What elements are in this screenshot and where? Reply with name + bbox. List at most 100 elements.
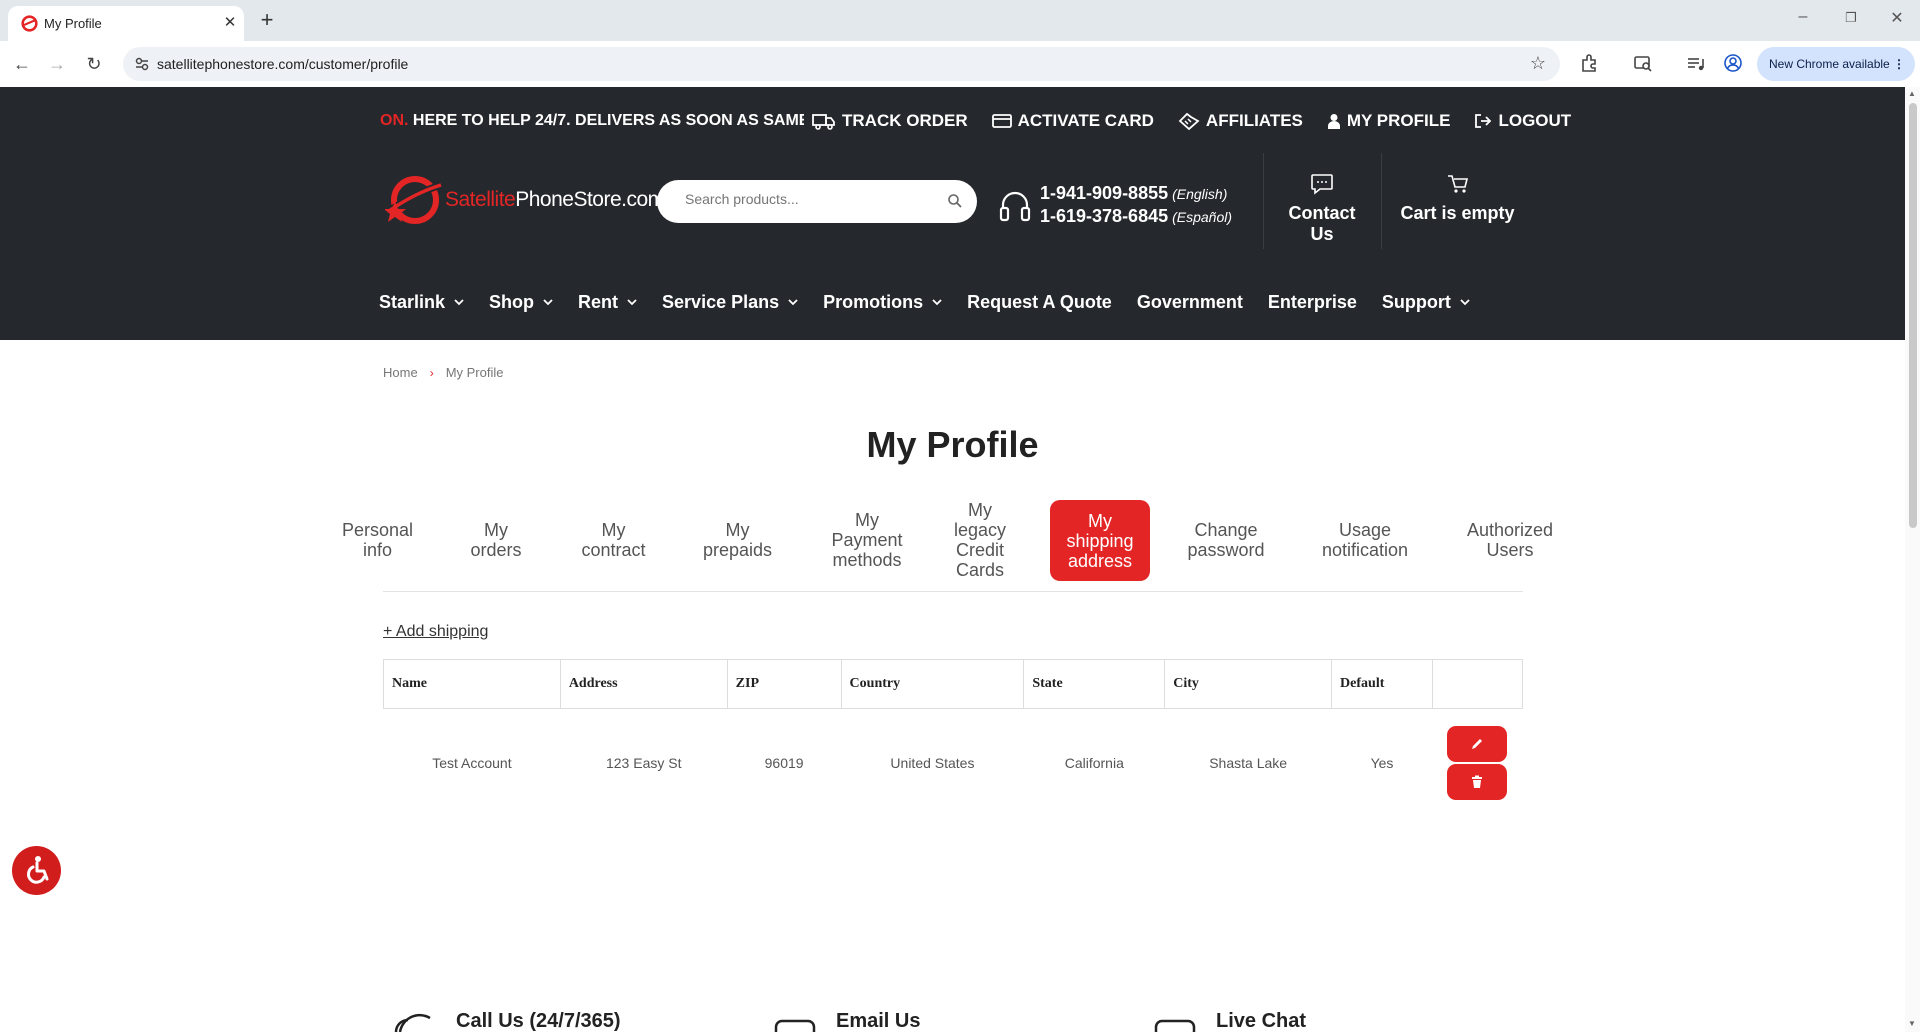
chrome-menu-icon[interactable]: ⋮: [1893, 47, 1905, 81]
minimize-button[interactable]: –: [1788, 8, 1818, 26]
cart-icon: [1447, 175, 1468, 193]
add-shipping-link[interactable]: + Add shipping: [383, 623, 488, 641]
tab-my-payment-methods[interactable]: My Payment methods: [817, 510, 917, 570]
scroll-up-icon[interactable]: ▲: [1908, 89, 1916, 98]
nav-promotions[interactable]: Promotions: [823, 289, 942, 315]
nav-label: Promotions: [823, 291, 924, 312]
back-icon[interactable]: ←: [10, 53, 34, 75]
scroll-down-icon[interactable]: ▼: [1908, 1019, 1916, 1028]
tab-usage-notification[interactable]: Usage notification: [1310, 520, 1420, 560]
pencil-icon: [1472, 738, 1483, 749]
affiliates-link[interactable]: AFFILIATES: [1178, 110, 1303, 132]
edit-address-button[interactable]: [1447, 725, 1508, 762]
nav-shop[interactable]: Shop: [489, 289, 553, 315]
footer-email-us[interactable]: Email Us: [774, 1010, 920, 1032]
breadcrumb: Home › My Profile: [383, 365, 503, 380]
address-bar[interactable]: satellitephonestore.com/customer/profile…: [123, 47, 1560, 81]
footer-live-chat-title: Live Chat: [1216, 1010, 1307, 1032]
scrollbar-thumb[interactable]: [1909, 103, 1917, 528]
nav-support[interactable]: Support: [1382, 289, 1470, 315]
bookmark-star-icon[interactable]: ☆: [1530, 53, 1546, 74]
chevron-down-icon: [788, 298, 798, 305]
extensions-icon[interactable]: [1579, 52, 1601, 74]
restore-button[interactable]: ❐: [1836, 10, 1866, 26]
nav-rent[interactable]: Rent: [578, 289, 637, 315]
email-icon: [774, 1019, 816, 1032]
tab-my-shipping-address[interactable]: My shipping address: [1050, 500, 1150, 581]
cell-default: Yes: [1370, 754, 1394, 771]
browser-toolbar: ← → ↻ satellitephonestore.com/customer/p…: [0, 41, 1920, 87]
tab-authorized-users[interactable]: Authorized Users: [1455, 520, 1565, 560]
tab-label-line: password: [1187, 540, 1265, 560]
footer-live-chat[interactable]: Live Chat: [1154, 1010, 1306, 1032]
page-scrollbar[interactable]: ▲ ▼: [1905, 87, 1920, 1032]
column-header-country: Country: [840, 659, 1025, 709]
breadcrumb-current: My Profile: [445, 365, 504, 380]
chevron-down-icon: [543, 298, 553, 305]
chrome-update-button[interactable]: New Chrome available ⋮: [1757, 47, 1915, 81]
site-logo[interactable]: SatellitePhoneStore.com: [385, 173, 665, 228]
phone-spanish[interactable]: 1-619-378-6845 (Español): [1040, 206, 1232, 227]
cart-link[interactable]: Cart is empty: [1395, 173, 1520, 224]
close-window-button[interactable]: ✕: [1882, 8, 1912, 28]
tab-search-icon[interactable]: [1632, 52, 1654, 74]
column-header-default: Default: [1331, 659, 1433, 709]
my-profile-link[interactable]: MY PROFILE: [1327, 110, 1451, 132]
tab-my-orders[interactable]: My orders: [456, 520, 536, 560]
nav-government[interactable]: Government: [1137, 289, 1243, 315]
url-text: satellitephonestore.com/customer/profile: [157, 56, 409, 72]
search-input[interactable]: [685, 191, 935, 207]
reload-icon[interactable]: ↻: [82, 53, 106, 75]
accessibility-button[interactable]: [12, 846, 61, 895]
tab-my-legacy-credit-cards[interactable]: My legacy Credit Cards: [942, 500, 1018, 580]
tab-label-line: address: [1067, 551, 1133, 571]
track-order-link[interactable]: TRACK ORDER: [812, 110, 968, 132]
chat-icon: [1154, 1019, 1196, 1032]
cell-name: Test Account: [432, 754, 512, 771]
nav-label: Shop: [489, 291, 535, 312]
activate-card-link[interactable]: ACTIVATE CARD: [991, 110, 1154, 132]
browser-tab[interactable]: My Profile ✕: [8, 6, 244, 41]
tab-label-line: My: [484, 520, 508, 540]
tab-change-password[interactable]: Change password: [1176, 520, 1276, 560]
footer-call-us[interactable]: Call Us (24/7/365): [392, 1010, 621, 1032]
site-favicon-icon: [21, 15, 38, 32]
tab-my-contract[interactable]: My contract: [566, 520, 661, 560]
column-header-state: State: [1023, 659, 1166, 709]
site-header: ON. HERE TO HELP 24/7. DELIVERS AS SOON …: [0, 87, 1905, 340]
phone-english[interactable]: 1-941-909-8855 (English): [1040, 183, 1227, 204]
nav-enterprise[interactable]: Enterprise: [1268, 289, 1357, 315]
tab-personal-info[interactable]: Personal info: [330, 520, 425, 560]
phone-english-lang: (English): [1172, 186, 1228, 202]
trash-icon: [1472, 775, 1483, 788]
cart-label: Cart is empty: [1400, 203, 1515, 223]
nav-request-a-quote[interactable]: Request A Quote: [967, 289, 1112, 315]
breadcrumb-home[interactable]: Home: [383, 365, 418, 380]
shipping-address-table: Name Address ZIP Country State City Defa…: [383, 659, 1524, 817]
tab-label-line: My: [968, 500, 992, 520]
nav-service-plans[interactable]: Service Plans: [662, 289, 798, 315]
tab-close-icon[interactable]: ✕: [220, 13, 240, 31]
logout-link[interactable]: LOGOUT: [1474, 110, 1571, 132]
contact-us-link[interactable]: Contact Us: [1277, 173, 1367, 245]
ticker-highlight: ON.: [380, 112, 409, 129]
chrome-update-label: New Chrome available: [1769, 57, 1890, 71]
nav-starlink[interactable]: Starlink: [379, 289, 464, 315]
media-controls-icon[interactable]: [1685, 52, 1707, 74]
logout-icon: [1475, 114, 1492, 128]
logo-text: SatellitePhoneStore.com: [445, 188, 665, 212]
tab-label-line: My: [1088, 511, 1112, 531]
profile-icon[interactable]: [1722, 52, 1744, 74]
nav-label: Support: [1381, 291, 1451, 312]
footer-email-us-title: Email Us: [836, 1010, 921, 1032]
cell-city: Shasta Lake: [1209, 754, 1288, 771]
delete-address-button[interactable]: [1447, 763, 1508, 800]
new-tab-button[interactable]: +: [255, 8, 279, 32]
my-profile-label: MY PROFILE: [1346, 111, 1451, 130]
forward-icon[interactable]: →: [45, 53, 69, 75]
search-icon[interactable]: [947, 193, 963, 209]
tab-label-line: Personal: [341, 520, 414, 540]
site-info-icon[interactable]: [133, 55, 151, 73]
tab-my-prepaids[interactable]: My prepaids: [690, 520, 785, 560]
cell-address: 123 Easy St: [605, 754, 682, 771]
